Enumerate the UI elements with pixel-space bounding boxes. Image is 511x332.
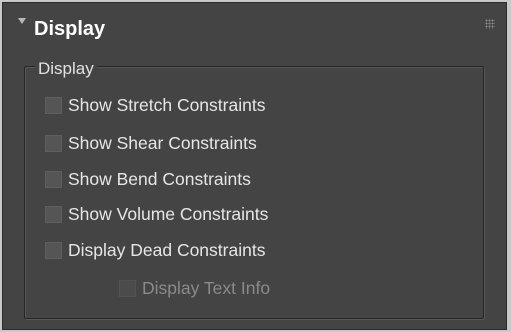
checkbox-label: Show Volume Constraints	[68, 203, 269, 224]
group-label: Display	[35, 59, 97, 79]
checkbox-box[interactable]	[45, 170, 62, 188]
checkbox-label: Display Text Info	[142, 277, 271, 298]
rollout-header[interactable]: Display	[3, 3, 506, 53]
checkbox-label: Display Dead Constraints	[68, 239, 266, 260]
checkbox-show-stretch-constraints[interactable]: Show Stretch Constraints	[45, 92, 265, 118]
rollout-title: Display	[34, 18, 106, 40]
checkbox-show-shear-constraints[interactable]: Show Shear Constraints	[45, 130, 257, 156]
checkbox-display-dead-constraints[interactable]: Display Dead Constraints	[45, 237, 265, 263]
checkbox-show-volume-constraints[interactable]: Show Volume Constraints	[45, 201, 268, 227]
checkbox-show-bend-constraints[interactable]: Show Bend Constraints	[45, 166, 251, 192]
checkbox-label: Show Stretch Constraints	[68, 94, 266, 115]
checkbox-label: Show Shear Constraints	[68, 132, 257, 153]
checkbox-label: Show Bend Constraints	[68, 168, 251, 189]
chevron-down-icon[interactable]	[18, 18, 26, 24]
checkbox-box[interactable]	[119, 279, 136, 297]
checkbox-box[interactable]	[45, 241, 62, 259]
checkbox-box[interactable]	[45, 96, 62, 114]
checkbox-display-text-info[interactable]: Display Text Info	[119, 275, 270, 301]
checkbox-box[interactable]	[45, 134, 62, 152]
checkbox-box[interactable]	[45, 205, 62, 223]
grip-icon[interactable]	[485, 19, 495, 29]
